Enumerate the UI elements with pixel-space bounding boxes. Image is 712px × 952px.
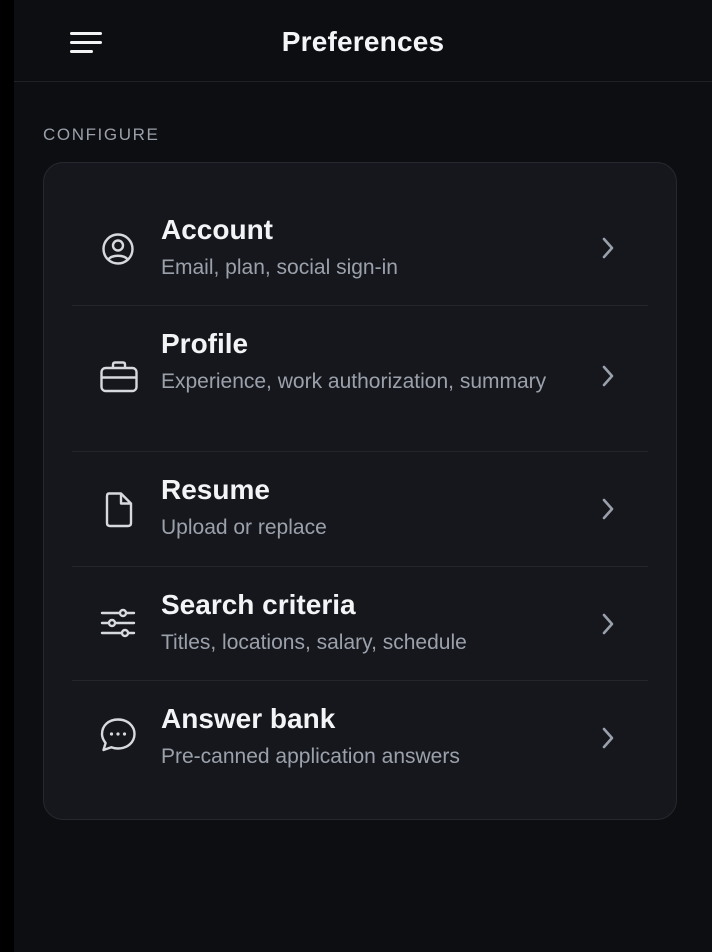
settings-item-profile[interactable]: Profile Experience, work authorization, … xyxy=(72,306,648,450)
settings-item-title: Account xyxy=(161,214,273,245)
settings-item-search-criteria[interactable]: Search criteria Titles, locations, salar… xyxy=(72,567,648,680)
chevron-right-icon xyxy=(596,236,620,260)
settings-card: Account Email, plan, social sign-in Prof… xyxy=(43,162,677,820)
settings-item-title: Answer bank xyxy=(161,703,336,734)
sliders-icon xyxy=(100,605,140,645)
settings-item-title: Resume xyxy=(161,474,270,505)
top-bar: Preferences xyxy=(14,0,712,82)
settings-item-subtitle: Pre-canned application answers xyxy=(161,745,460,768)
chevron-right-icon xyxy=(596,497,620,521)
settings-item-subtitle: Titles, locations, salary, schedule xyxy=(161,631,467,654)
settings-item-subtitle: Experience, work authorization, summary xyxy=(161,370,547,393)
settings-item-subtitle: Email, plan, social sign-in xyxy=(161,256,398,279)
chevron-right-icon xyxy=(596,726,620,750)
briefcase-icon xyxy=(100,358,140,398)
section-label: CONFIGURE xyxy=(43,125,160,144)
settings-item-title: Search criteria xyxy=(161,589,356,620)
settings-item-title: Profile xyxy=(161,328,249,359)
settings-item-answer-bank[interactable]: Answer bank Pre-canned application answe… xyxy=(72,681,648,794)
preferences-screen: Preferences CONFIGURE Account Email, pla… xyxy=(14,0,712,952)
user-circle-icon xyxy=(100,229,140,269)
document-icon xyxy=(100,490,140,530)
settings-item-subtitle: Upload or replace xyxy=(161,516,327,539)
settings-item-resume[interactable]: Resume Upload or replace xyxy=(72,452,648,565)
page-title: Preferences xyxy=(281,26,445,57)
chevron-right-icon xyxy=(596,364,620,388)
settings-item-account[interactable]: Account Email, plan, social sign-in xyxy=(72,196,648,304)
chat-bubble-icon xyxy=(100,716,140,756)
chevron-right-icon xyxy=(596,612,620,636)
